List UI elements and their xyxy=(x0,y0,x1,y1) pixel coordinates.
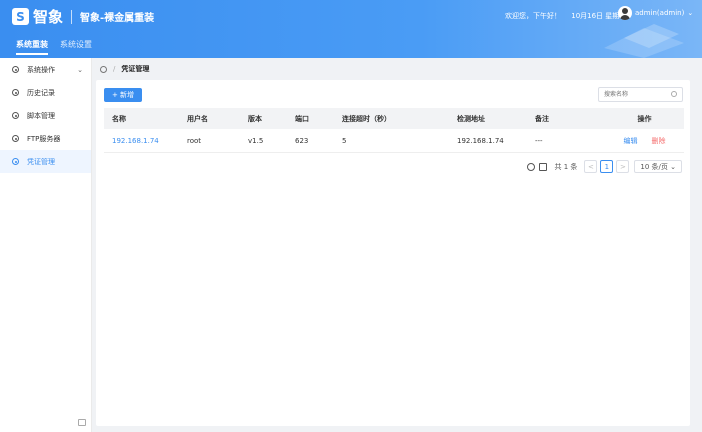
tab-system-reinstall[interactable]: 系统重装 xyxy=(16,39,48,55)
print-icon[interactable] xyxy=(538,162,547,171)
column-header-version: 版本 xyxy=(248,114,262,123)
search-icon[interactable] xyxy=(671,91,677,97)
sidebar-item-scripts[interactable]: 脚本管理 xyxy=(0,104,91,127)
page-title: 凭证管理 xyxy=(121,65,150,73)
cell-username: root xyxy=(187,136,202,145)
gear-icon xyxy=(12,112,19,119)
sidebar-item-system-operations[interactable]: 系统操作 ⌄ xyxy=(0,58,91,81)
column-header-remark: 备注 xyxy=(535,114,549,123)
header-decoration xyxy=(604,24,684,58)
user-name: admin(admin) xyxy=(635,9,685,17)
sidebar-item-ftp-server[interactable]: FTP服务器 xyxy=(0,127,91,150)
tab-system-settings[interactable]: 系统设置 xyxy=(60,39,92,55)
cell-port: 623 xyxy=(295,136,309,145)
table-header: 名称 用户名 版本 端口 连接超时（秒） 检测地址 备注 操作 xyxy=(104,108,684,129)
chevron-down-icon: ⌄ xyxy=(687,9,694,17)
home-icon[interactable] xyxy=(100,65,107,73)
pagination-total: 共 1 条 xyxy=(554,162,578,171)
edit-button[interactable]: 编辑 xyxy=(624,136,638,146)
top-header: S 智象 智象-裸金属重装 欢迎您，下午好！ 10月16日 星期一 admin(… xyxy=(0,0,702,58)
breadcrumb-separator: / xyxy=(113,65,116,73)
sidebar-item-credentials[interactable]: 凭证管理 xyxy=(0,150,91,173)
greeting-text: 欢迎您，下午好！ xyxy=(505,12,561,20)
collapse-sidebar-icon[interactable] xyxy=(78,419,86,426)
gear-icon xyxy=(12,89,19,96)
content-panel: + 新增 名称 用户名 版本 端口 连接超时（秒） 检测地址 备注 操作 192… xyxy=(96,80,690,426)
app-title: 智象-裸金属重装 xyxy=(80,13,155,24)
chevron-down-icon: ⌄ xyxy=(77,65,83,74)
sidebar-item-label: 系统操作 xyxy=(27,65,55,74)
column-header-port: 端口 xyxy=(295,114,309,123)
logo-mark-icon: S xyxy=(12,8,29,25)
cell-actions: 编辑 删除 xyxy=(605,136,684,146)
gear-icon xyxy=(12,135,19,142)
add-button[interactable]: + 新增 xyxy=(104,88,142,102)
column-header-actions: 操作 xyxy=(637,114,652,123)
sidebar-item-label: 脚本管理 xyxy=(27,111,55,120)
breadcrumb: / 凭证管理 xyxy=(100,64,149,74)
cell-timeout: 5 xyxy=(342,136,347,145)
top-nav: 系统重装 系统设置 xyxy=(16,39,104,55)
prev-page-button[interactable]: < xyxy=(584,160,598,173)
credentials-table: 名称 用户名 版本 端口 连接超时（秒） 检测地址 备注 操作 192.168.… xyxy=(104,108,684,153)
gear-icon xyxy=(12,66,19,73)
page-size-select[interactable]: 10 条/页 ⌄ xyxy=(634,160,682,173)
column-header-username: 用户名 xyxy=(187,114,208,123)
page-number-button[interactable]: 1 xyxy=(600,160,614,173)
column-header-name: 名称 xyxy=(112,114,126,123)
pagination: 共 1 条 < 1 > 10 条/页 ⌄ xyxy=(526,160,682,173)
delete-button[interactable]: 删除 xyxy=(652,136,666,146)
table-row: 192.168.1.74 root v1.5 623 5 192.168.1.7… xyxy=(104,129,684,153)
column-header-check-address: 检测地址 xyxy=(457,114,485,123)
column-header-timeout: 连接超时（秒） xyxy=(342,114,391,123)
sidebar-item-history[interactable]: 历史记录 xyxy=(0,81,91,104)
next-page-button[interactable]: > xyxy=(616,160,630,173)
sidebar-item-label: 历史记录 xyxy=(27,88,55,97)
refresh-icon[interactable] xyxy=(526,162,535,171)
logo-divider xyxy=(71,9,73,24)
credential-name-link[interactable]: 192.168.1.74 xyxy=(104,137,179,145)
sidebar-item-label: FTP服务器 xyxy=(27,134,61,143)
logo-text: 智象 xyxy=(33,8,64,26)
gear-icon xyxy=(12,158,19,165)
logo: S 智象 智象-裸金属重装 xyxy=(12,6,154,27)
cell-check-address: 192.168.1.74 xyxy=(457,136,504,145)
cell-remark: --- xyxy=(535,136,543,145)
cell-version: v1.5 xyxy=(248,136,264,145)
sidebar: 系统操作 ⌄ 历史记录 脚本管理 FTP服务器 凭证管理 xyxy=(0,58,92,432)
sidebar-item-label: 凭证管理 xyxy=(27,157,55,166)
